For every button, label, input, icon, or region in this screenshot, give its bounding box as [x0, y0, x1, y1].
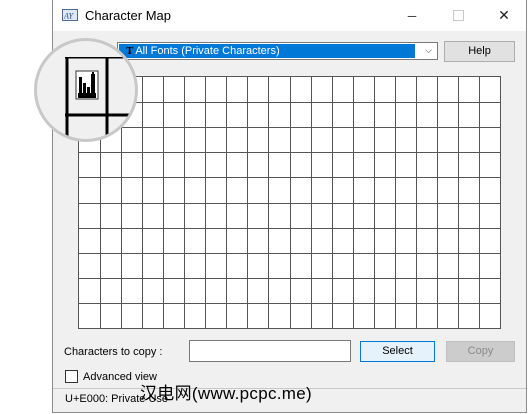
font-dropdown[interactable]: T All Fonts (Private Characters) ⌵	[117, 42, 438, 60]
close-button[interactable]: ✕	[481, 0, 527, 31]
select-button[interactable]: Select	[360, 341, 435, 362]
font-dropdown-selected: T All Fonts (Private Characters)	[119, 44, 415, 58]
title-bar[interactable]: AY Character Map ─ ✕	[53, 0, 526, 31]
watermark: 汉电网(www.pcpc.me)	[140, 384, 312, 403]
close-icon: ✕	[498, 7, 510, 23]
maximize-button	[435, 0, 481, 31]
minimize-button[interactable]: ─	[389, 0, 435, 31]
truetype-font-icon: T	[126, 45, 134, 57]
private-use-glyph-icon	[75, 70, 99, 100]
checkbox-icon[interactable]	[65, 370, 78, 383]
character-grid[interactable]	[78, 76, 501, 329]
character-map-app-icon: AY	[62, 9, 78, 21]
characters-to-copy-label: Characters to copy :	[64, 346, 163, 358]
characters-to-copy-input[interactable]	[189, 340, 351, 362]
font-dropdown-value: All Fonts (Private Characters)	[135, 45, 280, 57]
maximize-icon	[452, 10, 464, 21]
minimize-icon: ─	[407, 8, 417, 23]
chevron-down-icon[interactable]: ⌵	[420, 43, 437, 59]
window-title: Character Map	[85, 8, 171, 23]
copy-button: Copy	[446, 341, 515, 362]
character-grid-lines	[79, 77, 500, 328]
svg-text:AY: AY	[63, 12, 74, 21]
magnified-character-callout	[34, 38, 138, 142]
magnified-grid-cell	[65, 57, 135, 139]
help-button[interactable]: Help	[444, 41, 515, 62]
